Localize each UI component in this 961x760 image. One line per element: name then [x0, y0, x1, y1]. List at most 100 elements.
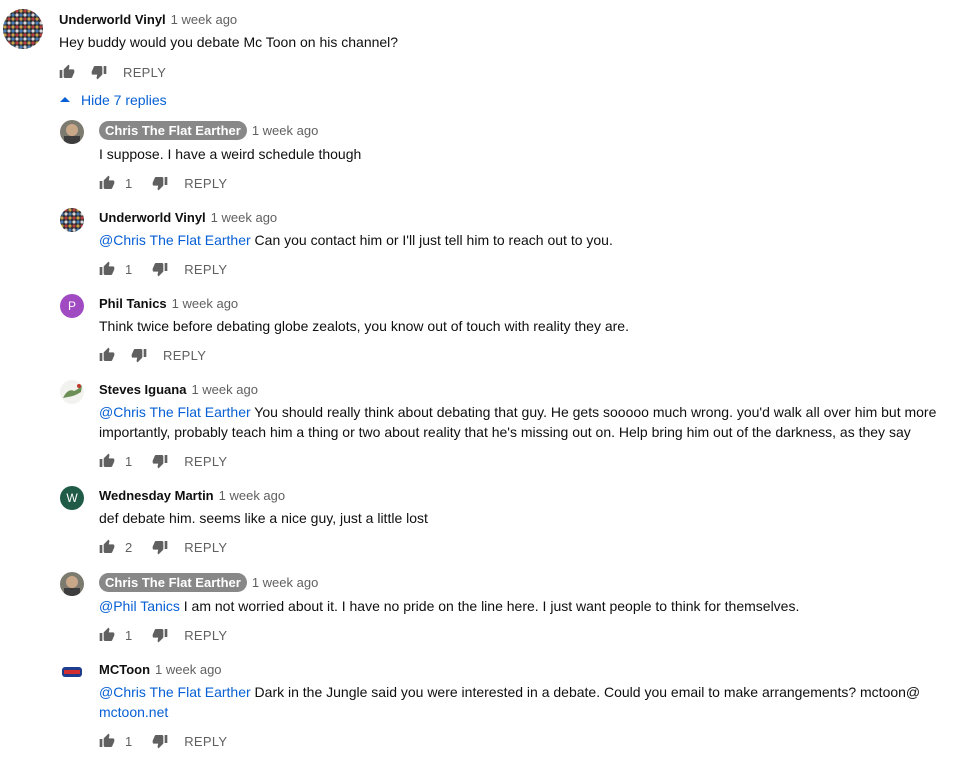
reply-text: importantly, probably teach him a thing …	[99, 422, 911, 442]
thumb-down-icon	[152, 733, 168, 749]
reply-button[interactable]: REPLY	[184, 540, 227, 555]
avatar-letter: W	[66, 491, 78, 505]
like-button[interactable]: 1	[99, 175, 132, 191]
mctoon-avatar-image	[60, 660, 84, 684]
comment-time[interactable]: 1 week ago	[252, 575, 319, 590]
reply-text-line: Think twice before debating globe zealot…	[99, 318, 629, 334]
reply-text: @Chris The Flat Earther Can you contact …	[99, 230, 613, 250]
author-name[interactable]: Underworld Vinyl	[59, 12, 166, 27]
reply-actions: 1 REPLY	[99, 624, 227, 646]
comment-time[interactable]: 1 week ago	[219, 488, 286, 503]
thumb-down-icon	[152, 453, 168, 469]
avatar[interactable]	[60, 120, 84, 144]
vinyl-avatar-image	[60, 208, 84, 232]
owner-author-badge[interactable]: Chris The Flat Earther	[99, 120, 247, 140]
reply-actions: 1 REPLY	[99, 172, 227, 194]
reply-button[interactable]: REPLY	[123, 65, 166, 80]
like-count: 1	[125, 453, 133, 469]
reply-header: MCToon 1 week ago	[99, 660, 222, 678]
dislike-button[interactable]	[91, 64, 107, 80]
comment-text: Hey buddy would you debate Mc Toon on hi…	[59, 32, 398, 52]
chris-avatar-image	[60, 572, 84, 596]
dislike-button[interactable]	[152, 627, 168, 643]
reply-header: Wednesday Martin 1 week ago	[99, 486, 285, 504]
reply-text-line: def debate him. seems like a nice guy, j…	[99, 510, 428, 526]
like-count: 1	[125, 733, 133, 749]
reply-text-line: I am not worried about it. I have no pri…	[179, 598, 800, 614]
dislike-button[interactable]	[152, 453, 168, 469]
like-button[interactable]	[59, 64, 75, 80]
avatar[interactable]	[60, 380, 84, 404]
hide-replies-label: Hide 7 replies	[81, 92, 167, 108]
avatar[interactable]	[60, 660, 84, 684]
comment-actions: REPLY	[59, 61, 166, 83]
reply-text: I suppose. I have a weird schedule thoug…	[99, 144, 361, 164]
hide-replies-button[interactable]: Hide 7 replies	[59, 92, 167, 108]
avatar[interactable]: W	[60, 486, 84, 510]
dislike-button[interactable]	[152, 539, 168, 555]
avatar[interactable]: P	[60, 294, 84, 318]
author-name[interactable]: Phil Tanics	[99, 296, 167, 311]
reply-button[interactable]: REPLY	[163, 348, 206, 363]
thumb-down-icon	[152, 539, 168, 555]
comment-time[interactable]: 1 week ago	[191, 382, 258, 397]
reply-header: Phil Tanics 1 week ago	[99, 294, 238, 312]
like-button[interactable]: 1	[99, 627, 132, 643]
reply-header: Underworld Vinyl 1 week ago	[99, 208, 277, 226]
like-button[interactable]: 1	[99, 733, 132, 749]
thumb-down-icon	[152, 175, 168, 191]
thumb-up-icon	[99, 627, 115, 643]
dislike-button[interactable]	[152, 175, 168, 191]
author-name[interactable]: Underworld Vinyl	[99, 210, 206, 225]
reply-text-line: You should really think about debating t…	[250, 404, 937, 420]
comment-text-content: Hey buddy would you debate Mc Toon on hi…	[59, 34, 399, 50]
reply-actions: REPLY	[99, 344, 206, 366]
reply-text-line: importantly, probably teach him a thing …	[99, 424, 911, 440]
thumb-down-icon	[131, 347, 147, 363]
comment-time[interactable]: 1 week ago	[171, 12, 238, 27]
like-button[interactable]: 1	[99, 453, 132, 469]
email-link[interactable]: mctoon.net	[99, 704, 168, 720]
like-count: 1	[125, 627, 133, 643]
comment-time[interactable]: 1 week ago	[172, 296, 239, 311]
like-button[interactable]: 2	[99, 539, 132, 555]
dislike-button[interactable]	[152, 261, 168, 277]
reply-header: Chris The Flat Earther 1 week ago	[99, 572, 318, 592]
reply-button[interactable]: REPLY	[184, 262, 227, 277]
avatar-letter: P	[67, 299, 76, 313]
dislike-button[interactable]	[131, 347, 147, 363]
like-button[interactable]	[99, 347, 115, 363]
avatar[interactable]	[3, 9, 43, 49]
comment-time[interactable]: 1 week ago	[252, 123, 319, 138]
mention-link[interactable]: @Phil Tanics	[99, 598, 180, 614]
comment-time[interactable]: 1 week ago	[211, 210, 278, 225]
reply-text: Think twice before debating globe zealot…	[99, 316, 629, 336]
like-button[interactable]: 1	[99, 261, 132, 277]
author-name[interactable]: Steves Iguana	[99, 382, 186, 397]
reply-button[interactable]: REPLY	[184, 628, 227, 643]
reply-header: Chris The Flat Earther 1 week ago	[99, 120, 318, 140]
thumb-up-icon	[99, 261, 115, 277]
avatar[interactable]	[60, 208, 84, 232]
thumb-down-icon	[152, 261, 168, 277]
reply-actions: 1 REPLY	[99, 258, 227, 280]
mention-link[interactable]: @Chris The Flat Earther	[99, 232, 251, 248]
comment-time[interactable]: 1 week ago	[155, 662, 222, 677]
author-name[interactable]: Wednesday Martin	[99, 488, 214, 503]
reply-text: @Chris The Flat Earther You should reall…	[99, 402, 936, 422]
reply-button[interactable]: REPLY	[184, 454, 227, 469]
reply-text: @Chris The Flat Earther Dark in the Jung…	[99, 682, 920, 702]
reply-text-line: I suppose. I have a weird schedule thoug…	[99, 146, 362, 162]
owner-author-badge[interactable]: Chris The Flat Earther	[99, 572, 247, 592]
mention-link[interactable]: @Chris The Flat Earther	[99, 404, 251, 420]
mention-link[interactable]: @Chris The Flat Earther	[99, 684, 251, 700]
avatar[interactable]	[60, 572, 84, 596]
dislike-button[interactable]	[152, 733, 168, 749]
reply-button[interactable]: REPLY	[184, 734, 227, 749]
iguana-avatar-image	[60, 380, 84, 404]
reply-button[interactable]: REPLY	[184, 176, 227, 191]
vinyl-avatar-image	[3, 9, 43, 49]
reply-actions: 1 REPLY	[99, 450, 227, 472]
reply-text: mctoon.net	[99, 702, 168, 722]
author-name[interactable]: MCToon	[99, 662, 150, 677]
